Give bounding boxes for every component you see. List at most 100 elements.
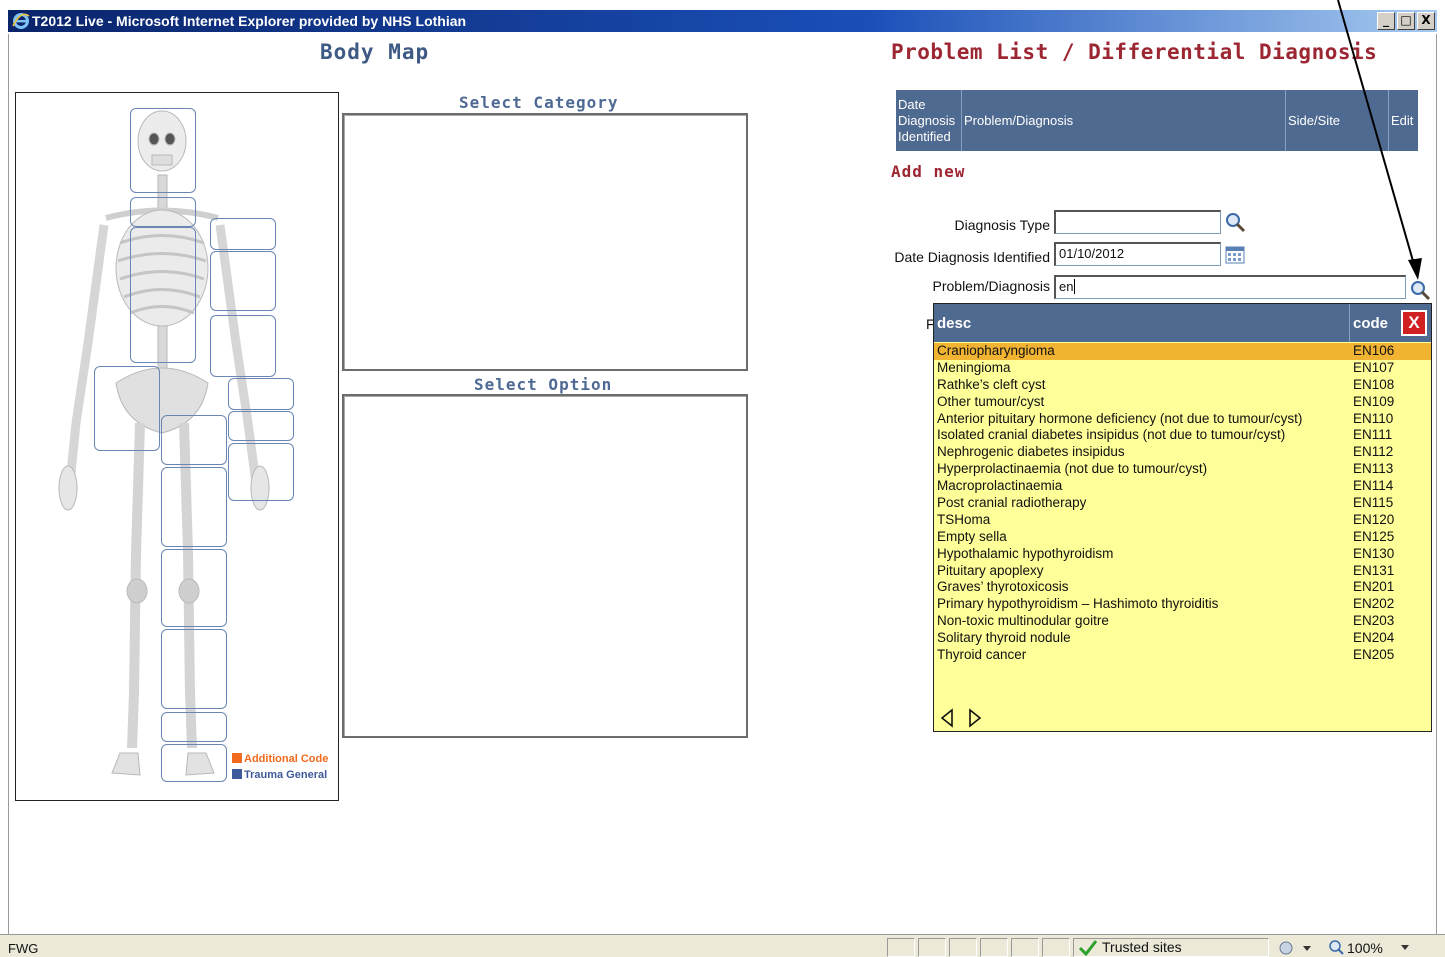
option-code: EN202: [1353, 596, 1395, 612]
dropdown-header-code[interactable]: code: [1353, 315, 1388, 332]
legend-swatch-orange: [232, 753, 242, 763]
status-bar: FWG Trusted sites 100%: [0, 934, 1445, 957]
diagnosis-type-label: Diagnosis Type: [954, 217, 1050, 233]
problem-list-title: Problem List / Differential Diagnosis: [891, 40, 1378, 64]
col-problem-label: Problem/Diagnosis: [964, 113, 1074, 128]
option-code: EN114: [1353, 478, 1394, 494]
option-code: EN131: [1353, 562, 1395, 578]
select-option-list[interactable]: [342, 394, 748, 738]
date-identified-label: Date Diagnosis Identified: [894, 249, 1050, 265]
dropdown-option[interactable]: Graves’ thyrotoxicosis EN201: [934, 579, 1431, 596]
checkmark-icon: [1078, 940, 1098, 957]
close-window-button[interactable]: X: [1417, 12, 1435, 30]
region-thigh[interactable]: [161, 467, 227, 547]
col-problem-diagnosis[interactable]: Problem/Diagnosis: [962, 90, 1286, 151]
search-icon[interactable]: [1409, 279, 1431, 301]
region-left-shoulder[interactable]: [210, 218, 276, 250]
option-code: EN107: [1353, 359, 1395, 375]
legend-additional-code[interactable]: Additional Code: [232, 753, 328, 765]
option-desc: Thyroid cancer: [937, 647, 1027, 663]
region-left-hand[interactable]: [228, 443, 294, 501]
dropdown-option[interactable]: Solitary thyroid nodule EN204: [934, 630, 1431, 647]
option-code: EN112: [1353, 444, 1394, 460]
calendar-icon[interactable]: [1225, 246, 1245, 264]
region-pelvis[interactable]: [161, 415, 227, 465]
dropdown-option[interactable]: Macroprolactinaemia EN114: [934, 478, 1431, 495]
option-desc: Nephrogenic diabetes insipidus: [937, 444, 1125, 460]
dropdown-option[interactable]: Hyperprolactinaemia (not due to tumour/c…: [934, 461, 1431, 478]
dropdown-option[interactable]: Nephrogenic diabetes insipidus EN112: [934, 444, 1431, 461]
option-code: EN106: [1353, 343, 1395, 358]
problem-list-table-header: Date Diagnosis Identified Problem/Diagno…: [896, 90, 1418, 151]
col-side-site[interactable]: Side/Site: [1286, 90, 1389, 151]
dropdown-option[interactable]: Craniopharyngioma EN106: [934, 343, 1431, 360]
region-knee[interactable]: [161, 549, 227, 627]
select-category-list[interactable]: [342, 113, 748, 371]
option-code: EN125: [1353, 528, 1395, 544]
status-panel: [980, 938, 1008, 957]
region-foot[interactable]: [161, 744, 227, 782]
region-head[interactable]: [130, 108, 196, 193]
maximize-button[interactable]: □: [1397, 12, 1415, 30]
next-page-icon[interactable]: [968, 708, 982, 728]
diagnosis-type-field[interactable]: [1054, 210, 1221, 234]
status-panel: [887, 938, 915, 957]
option-desc: Empty sella: [937, 528, 1007, 544]
diagnosis-autocomplete-dropdown[interactable]: desc code X Craniopharyngioma EN106 Mening…: [933, 303, 1432, 732]
zoom-icon[interactable]: [1328, 939, 1344, 955]
dropdown-option[interactable]: Primary hypothyroidism – Hashimoto thyro…: [934, 596, 1431, 613]
dropdown-option[interactable]: Non-toxic multinodular goitre EN203: [934, 613, 1431, 630]
region-lower-leg[interactable]: [161, 629, 227, 709]
dropdown-option[interactable]: Anterior pituitary hormone deficiency (n…: [934, 411, 1431, 428]
search-icon[interactable]: [1224, 211, 1246, 233]
option-code: EN203: [1353, 613, 1395, 629]
region-left-hand-upper[interactable]: [228, 411, 294, 441]
window-titlebar: T2012 Live - Microsoft Internet Explorer…: [8, 10, 1437, 32]
option-desc: Isolated cranial diabetes insipidus (not…: [937, 427, 1286, 443]
dropdown-option[interactable]: Empty sella EN125: [934, 529, 1431, 546]
dropdown-header-desc[interactable]: desc: [937, 315, 971, 332]
region-right-hip[interactable]: [94, 366, 160, 451]
dropdown-option[interactable]: Rathke’s cleft cyst EN108: [934, 377, 1431, 394]
option-desc: Pituitary apoplexy: [937, 562, 1044, 578]
window-title: T2012 Live - Microsoft Internet Explorer…: [32, 13, 467, 29]
status-text: FWG: [8, 941, 39, 956]
col-date-line2: Diagnosis: [898, 112, 956, 128]
dropdown-option[interactable]: Meningioma EN107: [934, 360, 1431, 377]
security-zone-label: Trusted sites: [1102, 939, 1182, 955]
dropdown-header-divider: [1349, 304, 1350, 342]
dropdown-close-button[interactable]: X: [1401, 310, 1427, 336]
option-desc: Hyperprolactinaemia (not due to tumour/c…: [937, 461, 1208, 477]
dropdown-option[interactable]: Pituitary apoplexy EN131: [934, 563, 1431, 580]
select-category-title: Select Category: [459, 93, 619, 112]
dropdown-option[interactable]: Thyroid cancer EN205: [934, 647, 1431, 664]
col-date-identified[interactable]: Date Diagnosis Identified: [896, 90, 962, 151]
zoom-level[interactable]: 100%: [1347, 940, 1383, 956]
dropdown-option[interactable]: Other tumour/cyst EN109: [934, 394, 1431, 411]
col-edit[interactable]: Edit: [1389, 90, 1418, 151]
region-ankle[interactable]: [161, 712, 227, 742]
security-zone[interactable]: Trusted sites: [1073, 938, 1269, 957]
dropdown-option[interactable]: TSHoma EN120: [934, 512, 1431, 529]
date-identified-field[interactable]: 01/10/2012: [1054, 242, 1221, 266]
region-neck[interactable]: [130, 197, 196, 227]
option-code: EN110: [1353, 410, 1394, 426]
region-left-upper-arm[interactable]: [210, 251, 276, 311]
previous-page-icon[interactable]: [940, 708, 954, 728]
minimize-button[interactable]: _: [1377, 12, 1395, 30]
region-left-wrist[interactable]: [228, 378, 294, 410]
legend-trauma-general[interactable]: Trauma General: [232, 769, 327, 781]
region-left-forearm[interactable]: [210, 315, 276, 377]
problem-diagnosis-field[interactable]: en: [1054, 275, 1406, 299]
col-edit-label: Edit: [1391, 113, 1414, 128]
legend-label: Additional Code: [244, 753, 329, 765]
chevron-down-icon[interactable]: [1400, 944, 1410, 952]
col-date-line1: Date: [898, 96, 926, 112]
dropdown-option[interactable]: Post cranial radiotherapy EN115: [934, 495, 1431, 512]
dropdown-option[interactable]: Hypothalamic hypothyroidism EN130: [934, 546, 1431, 563]
dropdown-option[interactable]: Isolated cranial diabetes insipidus (not…: [934, 427, 1431, 444]
option-code: EN201: [1353, 579, 1395, 595]
option-desc: Post cranial radiotherapy: [937, 495, 1087, 511]
region-chest[interactable]: [130, 227, 196, 363]
protected-mode-icon[interactable]: [1277, 940, 1313, 956]
